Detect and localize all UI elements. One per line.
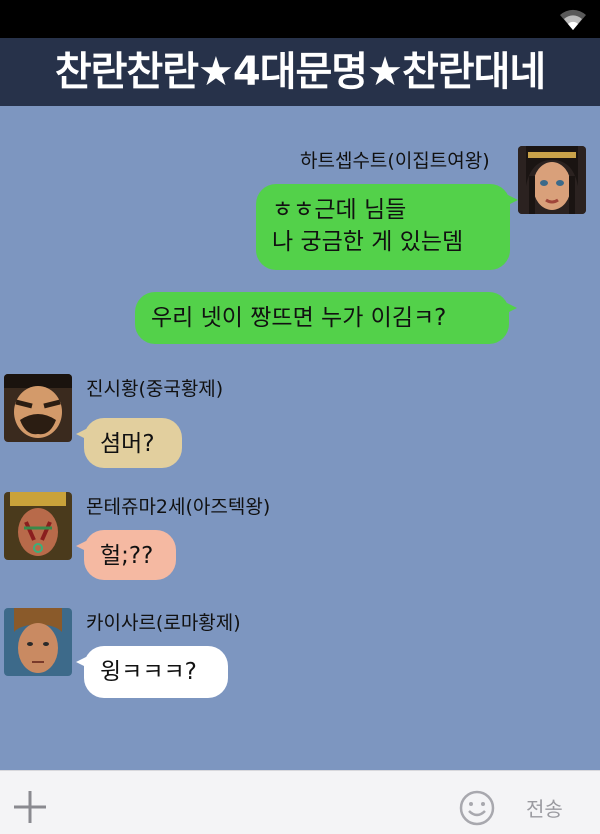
chat-area[interactable]: 하트셉수트(이집트여왕) ㅎㅎ근데 님들 나 궁금한 게 있는뎀 우리 넷이 짱…: [0, 106, 600, 770]
message-line: 나 궁금한 게 있는뎀: [272, 229, 464, 255]
smiley-icon[interactable]: [458, 789, 496, 827]
status-bar: [0, 0, 600, 38]
avatar-caesar[interactable]: [4, 608, 72, 676]
message-text: 우리 넷이 짱뜨면 누가 이김ㅋ?: [151, 305, 447, 331]
message-bubble[interactable]: 헐;??: [76, 530, 176, 580]
input-bar: 전송: [0, 770, 600, 834]
wifi-icon: [560, 9, 586, 30]
avatar-montezuma[interactable]: [4, 492, 72, 560]
message-text: 셤머?: [100, 431, 155, 457]
sender-name-caesar: 카이사르(로마황제): [86, 612, 241, 634]
plus-icon[interactable]: [10, 787, 50, 827]
sender-name-montezuma: 몬테쥬마2세(아즈텍왕): [86, 496, 271, 518]
avatar-qin-shi-huang[interactable]: [4, 374, 72, 442]
sender-name-qin-shi-huang: 진시황(중국황제): [86, 378, 224, 400]
message-bubble[interactable]: 셤머?: [76, 418, 182, 468]
message-bubble[interactable]: 우리 넷이 짱뜨면 누가 이김ㅋ?: [135, 292, 517, 344]
message-line: ㅎㅎ근데 님들: [272, 197, 407, 223]
chat-room-title: 찬란찬란★4대문명★찬란대네: [0, 38, 600, 106]
message-text: 헐;??: [100, 543, 154, 569]
message-bubble[interactable]: ㅎㅎ근데 님들 나 궁금한 게 있는뎀: [256, 184, 518, 270]
sender-name-hatshepsut: 하트셉수트(이집트여왕): [300, 150, 490, 172]
avatar-hatshepsut[interactable]: [518, 146, 586, 214]
send-button[interactable]: 전송: [526, 793, 563, 822]
message-text: 윙ㅋㅋㅋ?: [100, 659, 197, 685]
message-bubble[interactable]: 윙ㅋㅋㅋ?: [76, 646, 228, 698]
